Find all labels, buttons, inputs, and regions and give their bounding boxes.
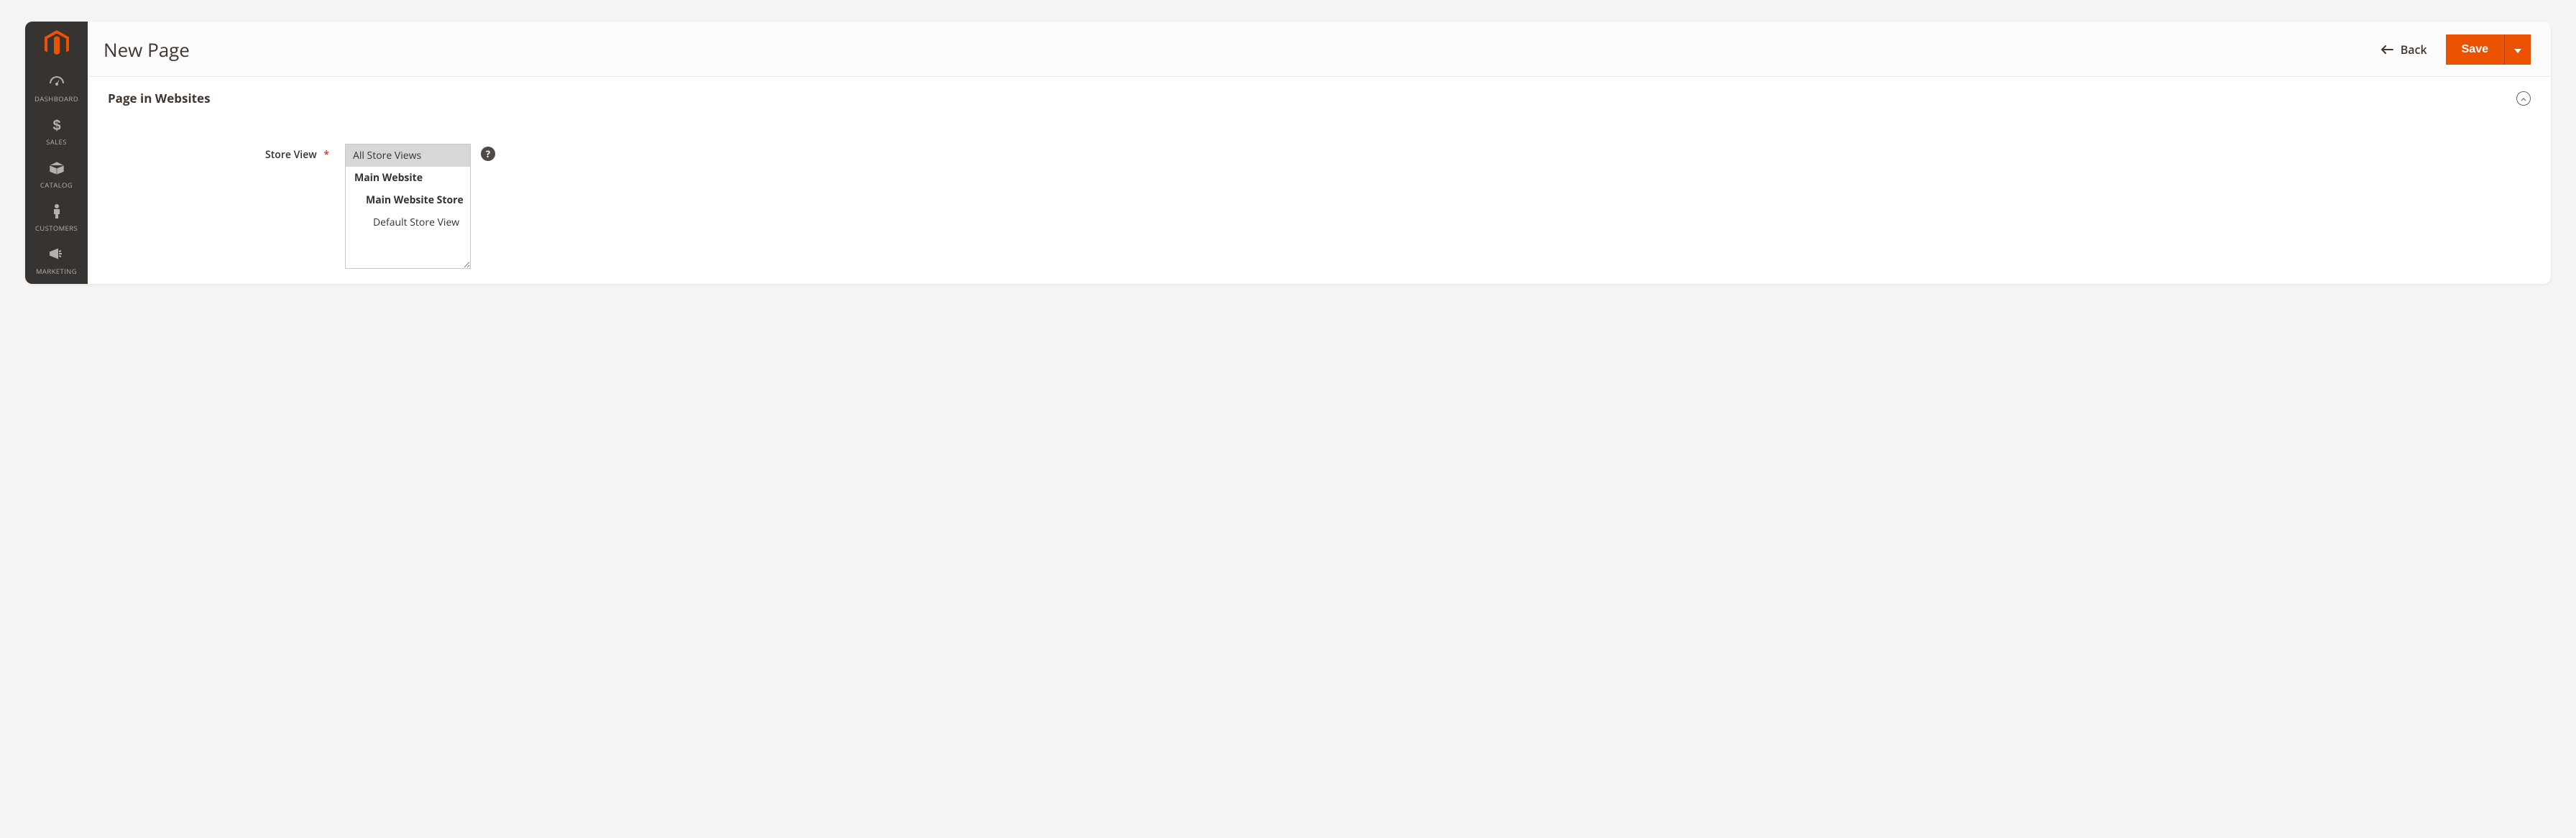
store-option-view[interactable]: Default Store View <box>346 211 470 234</box>
store-view-row: Store View * All Store Views Main Websit… <box>108 144 2531 269</box>
page-in-websites-section: Page in Websites Store View * All Store … <box>88 77 2551 284</box>
section-title: Page in Websites <box>108 90 211 106</box>
sidebar-item-dashboard[interactable]: DASHBOARD <box>25 68 88 111</box>
magento-logo-icon <box>45 30 69 57</box>
required-indicator: * <box>323 148 329 162</box>
megaphone-icon <box>49 246 65 263</box>
help-tooltip-icon[interactable]: ? <box>481 147 495 161</box>
svg-text:$: $ <box>52 118 60 133</box>
sidebar-item-customers[interactable]: CUSTOMERS <box>25 197 88 240</box>
title-actions: Back Save <box>2380 34 2531 65</box>
sidebar-item-sales[interactable]: $ SALES <box>25 111 88 154</box>
sidebar-item-label: CUSTOMERS <box>35 224 78 233</box>
caret-down-icon <box>2514 45 2521 55</box>
store-option-store[interactable]: Main Website Store <box>346 189 470 211</box>
sidebar-item-marketing[interactable]: MARKETING <box>25 240 88 283</box>
store-view-select[interactable]: All Store Views Main Website Main Websit… <box>345 144 471 269</box>
store-option-website[interactable]: Main Website <box>346 167 470 189</box>
collapse-button[interactable] <box>2516 91 2531 106</box>
arrow-left-icon <box>2380 42 2393 57</box>
title-bar: New Page Back Save <box>88 22 2551 77</box>
box-icon <box>49 160 65 177</box>
main-content: New Page Back Save <box>88 22 2551 284</box>
sidebar-item-catalog[interactable]: CATALOG <box>25 154 88 197</box>
person-icon <box>52 203 62 220</box>
dollar-icon: $ <box>52 116 62 134</box>
dashboard-icon <box>48 73 65 91</box>
store-view-label: Store View <box>265 148 317 162</box>
save-button-group: Save <box>2446 34 2531 65</box>
magento-logo[interactable] <box>25 22 88 68</box>
store-option-all[interactable]: All Store Views <box>346 144 470 167</box>
save-button[interactable]: Save <box>2446 34 2505 65</box>
sidebar-item-label: SALES <box>46 137 67 147</box>
back-button[interactable]: Back <box>2380 42 2427 57</box>
back-label: Back <box>2401 42 2427 57</box>
sidebar-item-label: DASHBOARD <box>34 94 78 103</box>
admin-sidebar: DASHBOARD $ SALES CATALOG <box>25 22 88 284</box>
save-dropdown-toggle[interactable] <box>2505 34 2531 65</box>
page-title: New Page <box>104 37 190 63</box>
chevron-up-icon <box>2521 91 2526 105</box>
store-view-label-wrap: Store View * <box>108 144 345 162</box>
sidebar-item-label: MARKETING <box>36 267 77 276</box>
sidebar-item-label: CATALOG <box>40 180 73 190</box>
app-frame: DASHBOARD $ SALES CATALOG <box>25 22 2551 284</box>
section-header[interactable]: Page in Websites <box>108 90 2531 106</box>
